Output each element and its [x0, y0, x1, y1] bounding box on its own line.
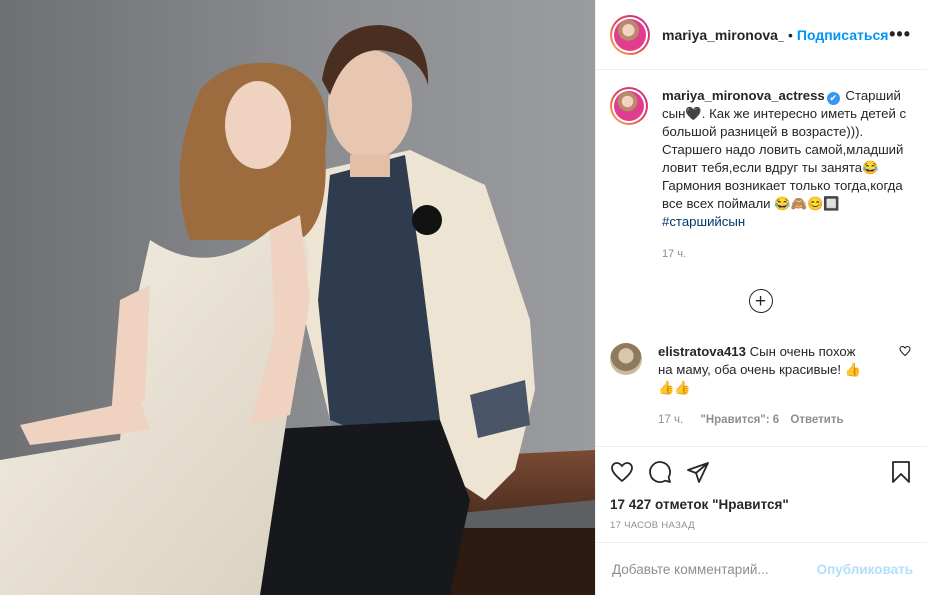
commenter-avatar[interactable]	[610, 343, 642, 375]
reply-button[interactable]: Ответить	[790, 414, 843, 426]
post-photo-illustration	[0, 0, 595, 595]
comment-meta: 17 ч. "Нравится": 6 Ответить	[658, 411, 873, 429]
caption-author-username[interactable]: mariya_mironova_actress	[662, 88, 825, 103]
post-header: mariya_mironova_a • Подписаться •••	[596, 0, 927, 70]
caption-time[interactable]: 17 ч.	[662, 245, 911, 263]
post-photo[interactable]	[0, 0, 595, 595]
add-comment-bar: Добавьте комментарий... Опубликовать	[596, 542, 927, 595]
post-side-panel: mariya_mironova_a • Подписаться ••• mari…	[595, 0, 927, 595]
verified-badge-icon: ✔	[826, 92, 840, 105]
comment-icon[interactable]	[648, 460, 672, 484]
caption-text: Старший сын🖤. Как же интересно иметь дет…	[662, 88, 907, 211]
heart-icon[interactable]	[610, 460, 634, 484]
plus-circle-icon[interactable]: +	[748, 289, 773, 313]
author-username-link[interactable]: mariya_mironova_a	[662, 27, 784, 43]
follow-button[interactable]: Подписаться	[797, 27, 889, 43]
author-avatar[interactable]	[610, 14, 650, 55]
load-more-comments[interactable]: +	[610, 289, 911, 313]
post-actions: 17 427 отметок "Нравится" 17 ЧАСОВ НАЗАД	[596, 446, 927, 542]
posted-time[interactable]: 17 ЧАСОВ НАЗАД	[610, 520, 913, 531]
bookmark-icon[interactable]	[889, 460, 913, 484]
comment-body: elistratova413 Сын очень похож на маму, …	[658, 343, 873, 429]
caption-author-avatar[interactable]	[610, 87, 648, 125]
post-caption: mariya_mironova_actress ✔ Старший сын🖤. К…	[610, 87, 911, 263]
comment-likes-count[interactable]: "Нравится": 6	[700, 414, 779, 426]
comment-time[interactable]: 17 ч.	[658, 414, 683, 426]
instagram-post-modal: mariya_mironova_a • Подписаться ••• mari…	[0, 0, 927, 595]
commenter-username[interactable]: elistratova413	[658, 344, 746, 359]
more-options-icon[interactable]: •••	[889, 24, 911, 45]
comment-like-heart-icon[interactable]	[899, 343, 911, 429]
publish-button[interactable]: Опубликовать	[817, 562, 913, 577]
caption-body: mariya_mironova_actress ✔ Старший сын🖤. К…	[662, 87, 911, 263]
likes-count[interactable]: 17 427 отметок "Нравится"	[610, 497, 913, 512]
action-icons-row	[610, 447, 913, 497]
caption-hashtag-link[interactable]: #старшийсын	[662, 214, 745, 229]
header-separator: •	[788, 26, 793, 43]
comments-area[interactable]: mariya_mironova_actress ✔ Старший сын🖤. К…	[596, 71, 927, 446]
comment-input[interactable]: Добавьте комментарий...	[612, 562, 769, 577]
share-icon[interactable]	[686, 460, 710, 484]
comment-item: elistratova413 Сын очень похож на маму, …	[610, 343, 911, 429]
